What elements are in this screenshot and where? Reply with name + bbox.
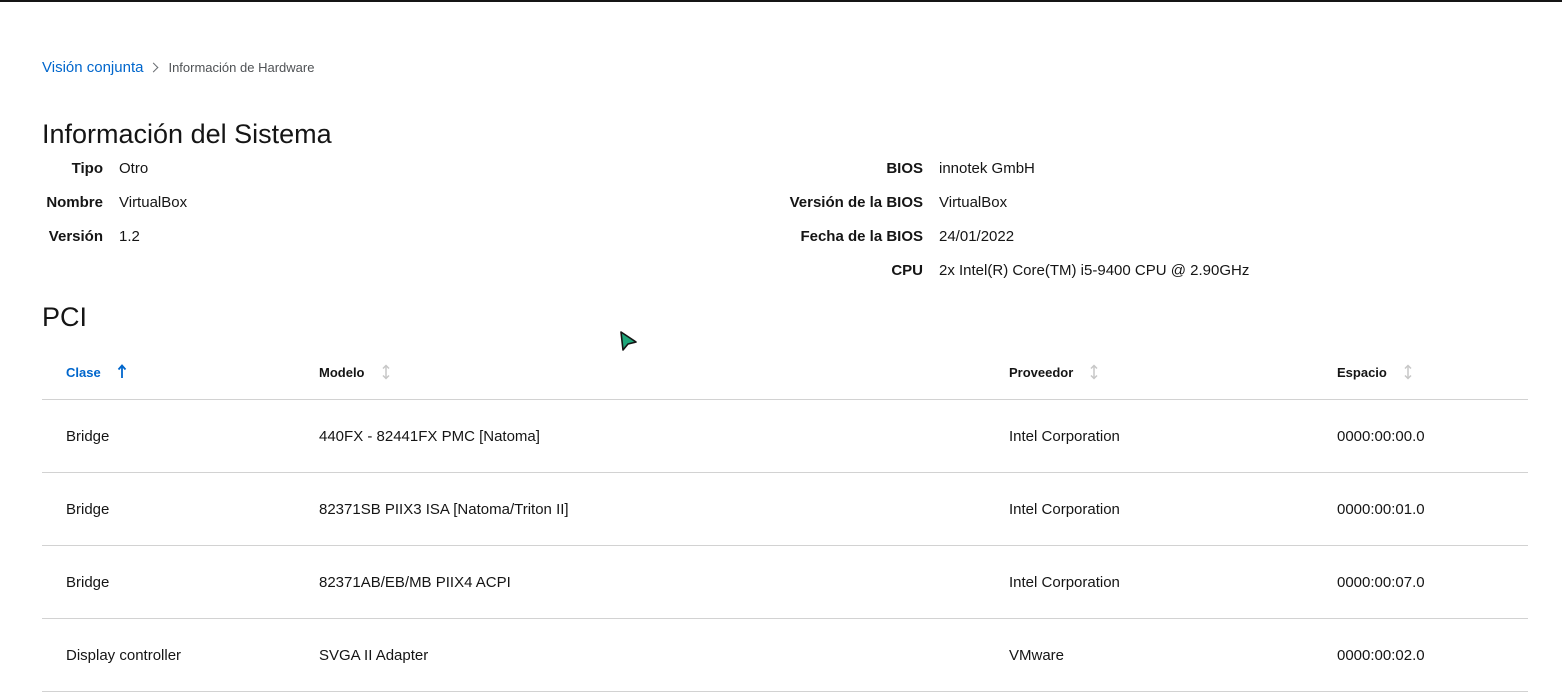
window-top-border: [0, 0, 1562, 2]
table-header-row: Clase Modelo Proveedor Espacio: [42, 345, 1528, 400]
cell-class: Display controller: [42, 618, 319, 692]
sort-icon: [1090, 364, 1098, 380]
cell-class: Bridge: [42, 472, 319, 546]
field-label: Versión de la BIOS: [789, 193, 923, 211]
cell-vendor: Intel Corporation: [1009, 545, 1337, 619]
cell-class: Bridge: [42, 545, 319, 619]
column-header-class[interactable]: Clase: [42, 345, 319, 400]
column-header-model[interactable]: Modelo: [319, 345, 1009, 400]
field-label: Versión: [48, 227, 103, 245]
field-value: Otro: [119, 159, 149, 177]
field-value: 1.2: [119, 227, 140, 245]
cell-model: SVGA II Adapter: [319, 618, 1009, 692]
field-value: VirtualBox: [939, 193, 1008, 211]
sort-icon: [381, 364, 390, 380]
breadcrumb-link-overview[interactable]: Visión conjunta: [42, 59, 143, 76]
breadcrumb-current: Información de Hardware: [168, 59, 315, 75]
system-info-left-list: Tipo Otro Nombre VirtualBox Versión 1.2: [42, 158, 642, 258]
system-field-bios: BIOS innotek GmbH: [743, 158, 1035, 178]
column-header-label: Clase: [66, 364, 101, 380]
cell-model: 82371AB/EB/MB PIIX4 ACPI: [319, 545, 1009, 619]
pci-title: PCI: [42, 302, 88, 332]
cell-vendor: Intel Corporation: [1009, 472, 1337, 546]
field-value: VirtualBox: [119, 193, 188, 211]
cell-slot: 0000:00:01.0: [1337, 472, 1528, 546]
table-row: Display controller SVGA II Adapter VMwar…: [42, 618, 1528, 692]
cell-model: 82371SB PIIX3 ISA [Natoma/Triton II]: [319, 472, 1009, 546]
system-field-bios-version: Versión de la BIOS VirtualBox: [743, 192, 1007, 212]
mouse-pointer-icon: [620, 331, 637, 351]
field-value: 24/01/2022: [939, 227, 1015, 245]
system-field-bios-date: Fecha de la BIOS 24/01/2022: [743, 226, 1014, 246]
field-label: Fecha de la BIOS: [800, 227, 923, 245]
cell-model: 440FX - 82441FX PMC [Natoma]: [319, 399, 1009, 473]
column-header-vendor[interactable]: Proveedor: [1009, 345, 1337, 400]
field-label: BIOS: [886, 159, 923, 177]
field-label: Tipo: [71, 159, 103, 177]
column-header-label: Proveedor: [1009, 364, 1074, 380]
cell-slot: 0000:00:07.0: [1337, 545, 1528, 619]
system-info-right-list: BIOS innotek GmbH Versión de la BIOS Vir…: [743, 158, 1523, 288]
breadcrumb: Visión conjunta Información de Hardware: [42, 57, 314, 77]
chevron-right-icon: [149, 62, 159, 72]
field-label: Nombre: [46, 193, 103, 211]
cell-vendor: Intel Corporation: [1009, 399, 1337, 473]
column-header-label: Espacio: [1337, 364, 1387, 380]
pci-table: Clase Modelo Proveedor Espacio Bridge 44…: [42, 345, 1528, 692]
system-field-cpu: CPU 2x Intel(R) Core(TM) i5-9400 CPU @ 2…: [743, 260, 1249, 280]
cell-slot: 0000:00:00.0: [1337, 399, 1528, 473]
table-row: Bridge 82371SB PIIX3 ISA [Natoma/Triton …: [42, 472, 1528, 546]
table-row: Bridge 440FX - 82441FX PMC [Natoma] Inte…: [42, 399, 1528, 473]
column-header-slot[interactable]: Espacio: [1337, 345, 1528, 400]
field-value: 2x Intel(R) Core(TM) i5-9400 CPU @ 2.90G…: [939, 261, 1250, 279]
cell-class: Bridge: [42, 399, 319, 473]
table-row: Bridge 82371AB/EB/MB PIIX4 ACPI Intel Co…: [42, 545, 1528, 619]
sort-icon: [1404, 364, 1412, 380]
cell-vendor: VMware: [1009, 618, 1337, 692]
cell-slot: 0000:00:02.0: [1337, 618, 1528, 692]
column-header-label: Modelo: [319, 364, 365, 380]
system-info-title: Información del Sistema: [42, 119, 332, 149]
field-label: CPU: [891, 261, 923, 279]
field-value: innotek GmbH: [939, 159, 1035, 177]
sort-ascending-icon: [117, 364, 126, 378]
